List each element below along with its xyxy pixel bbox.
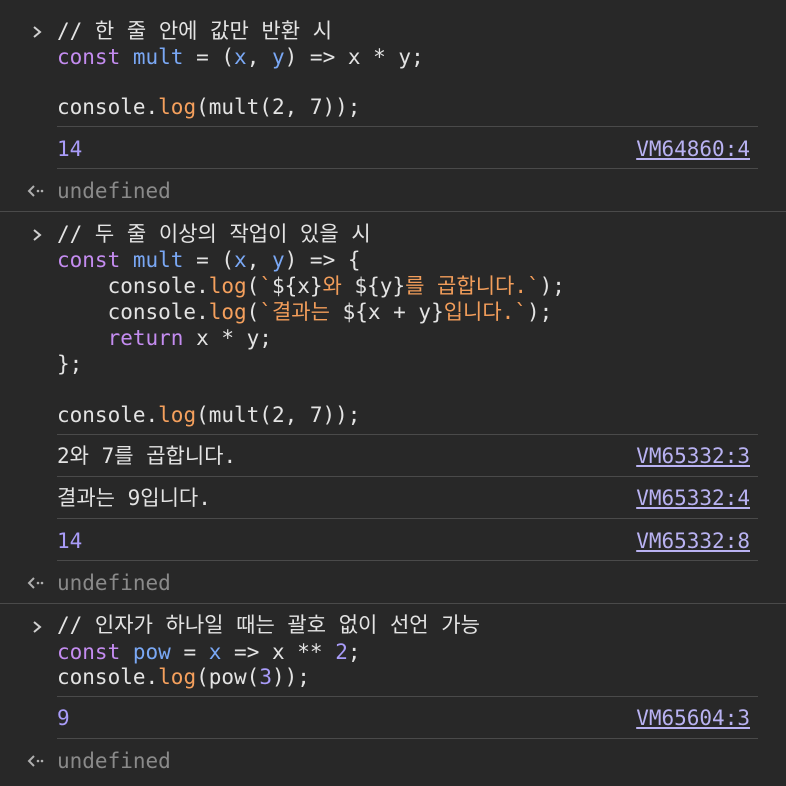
separator: [0, 603, 786, 604]
console-log-output: 결과는 9입니다.: [57, 486, 211, 510]
code-text: console.: [57, 274, 209, 298]
return-arrow-icon: [27, 185, 44, 197]
code-line: const mult = (x, y) => {: [57, 247, 361, 273]
code-string: `결과는: [259, 300, 343, 324]
code-text: ,: [246, 248, 272, 272]
return-value: undefined: [57, 179, 171, 203]
separator: [57, 476, 758, 477]
separator: [57, 696, 758, 697]
code-text: = (: [183, 248, 235, 272]
code-text: console.: [57, 300, 209, 324]
code-text: (mult(2, 7));: [196, 403, 361, 427]
code-line: console.log(mult(2, 7));: [57, 94, 360, 120]
separator: [57, 126, 758, 127]
code-string: 입니다.`: [443, 300, 527, 324]
code-identifier: x: [234, 45, 247, 69]
console-log-output: 14: [57, 137, 83, 161]
code-text: console.: [57, 665, 159, 689]
return-arrow-icon: [27, 755, 44, 767]
source-link[interactable]: VM65332:3: [636, 443, 750, 469]
chevron-right-icon: [33, 26, 42, 38]
return-value: undefined: [57, 749, 171, 773]
code-text: );: [539, 274, 565, 298]
source-link[interactable]: VM65332:8: [636, 528, 750, 554]
code-text: x * y;: [183, 326, 272, 350]
code-keyword: return: [107, 326, 184, 350]
code-function: log: [158, 665, 197, 689]
code-string: `: [259, 274, 272, 298]
code-keyword: const: [57, 248, 121, 272]
code-identifier: pow: [132, 640, 171, 664]
chevron-right-icon: [33, 229, 42, 241]
separator: [57, 168, 758, 169]
source-link[interactable]: VM65332:4: [636, 485, 750, 511]
separator: [57, 560, 758, 561]
code-text: ;: [347, 640, 361, 664]
code-comment: // 한 줄 안에 값만 반환 시: [57, 19, 333, 43]
code-text: (: [246, 300, 260, 324]
source-link[interactable]: VM64860:4: [636, 136, 750, 162]
code-keyword: const: [57, 640, 121, 664]
code-keyword: const: [57, 45, 121, 69]
return-arrow-icon: [27, 577, 44, 589]
code-line: const pow = x => x ** 2;: [57, 639, 361, 665]
code-identifier: mult: [132, 45, 184, 69]
code-text: ) => {: [284, 248, 361, 272]
code-text: (pow(: [196, 665, 260, 689]
separator: [57, 738, 758, 739]
code-text: );: [526, 300, 553, 324]
console-log-output: 2와 7를 곱합니다.: [57, 444, 237, 468]
code-line: return x * y;: [57, 325, 272, 351]
code-text: => x **: [221, 640, 336, 664]
code-function: log: [158, 403, 197, 427]
console-log-output: 9: [57, 706, 70, 730]
chevron-right-icon: [33, 621, 42, 633]
code-line: const mult = (x, y) => x * y;: [57, 44, 424, 70]
code-line: console.log(pow(3));: [57, 664, 310, 690]
code-text: (mult(2, 7));: [196, 95, 361, 119]
separator: [57, 518, 758, 519]
code-identifier: mult: [132, 248, 184, 272]
code-string: 를 곱합니다.`: [405, 274, 540, 298]
console-log-output: 14: [57, 529, 83, 553]
code-string: 와: [322, 274, 355, 298]
code-number: 2: [335, 640, 348, 664]
code-identifier: y: [271, 45, 285, 69]
code-text: ${x}: [271, 274, 323, 298]
code-text: = (: [183, 45, 235, 69]
code-line: };: [57, 351, 82, 377]
code-text: console.: [57, 95, 159, 119]
source-link[interactable]: VM65604:3: [636, 705, 750, 731]
code-comment: // 인자가 하나일 때는 괄호 없이 선언 가능: [57, 613, 480, 637]
code-text: };: [57, 352, 83, 376]
code-number: 3: [259, 665, 272, 689]
code-text: =: [170, 640, 209, 664]
code-text: ));: [271, 665, 310, 689]
code-text: ${y}: [354, 274, 406, 298]
code-text: ${x + y}: [342, 300, 444, 324]
separator: [57, 434, 758, 435]
code-function: log: [208, 300, 247, 324]
code-line: console.log(mult(2, 7));: [57, 402, 360, 428]
code-text: ,: [246, 45, 272, 69]
code-text: (: [246, 274, 260, 298]
code-identifier: x: [234, 248, 247, 272]
code-function: log: [208, 274, 247, 298]
return-value: undefined: [57, 571, 171, 595]
code-text: ) => x * y;: [284, 45, 424, 69]
devtools-console: // 한 줄 안에 값만 반환 시 const mult = (x, y) =>…: [0, 0, 786, 786]
code-function: log: [158, 95, 197, 119]
code-line: console.log(`${x}와 ${y}를 곱합니다.`);: [57, 273, 565, 299]
code-line: console.log(`결과는 ${x + y}입니다.`);: [57, 299, 553, 325]
code-identifier: x: [208, 640, 222, 664]
separator: [0, 211, 786, 212]
code-comment: // 두 줄 이상의 작업이 있을 시: [57, 222, 371, 246]
code-identifier: y: [271, 248, 285, 272]
code-text: console.: [57, 403, 159, 427]
